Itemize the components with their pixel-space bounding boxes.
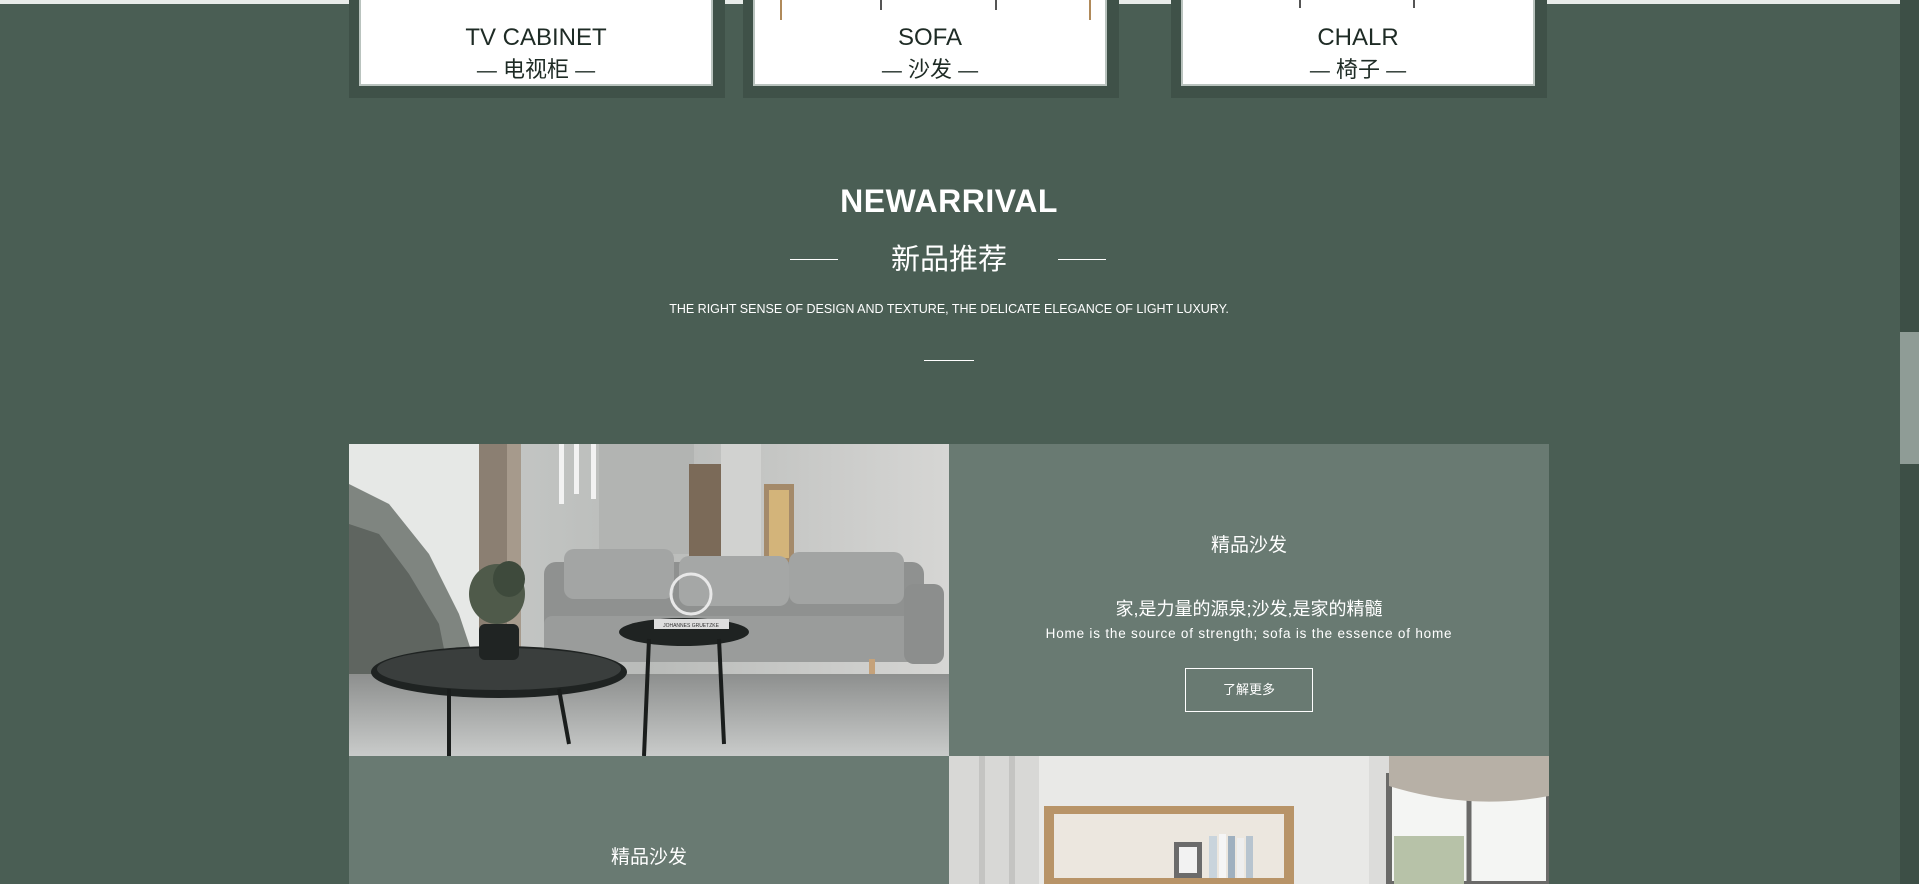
subtitle-line-right xyxy=(1058,259,1106,260)
category-title-zh: — 椅子 — xyxy=(1309,57,1407,82)
product-panel-sofa: 精品沙发 家,是力量的源泉;沙发,是家的精髓 Home is the sourc… xyxy=(949,444,1549,756)
learn-more-button[interactable]: 了解更多 xyxy=(1185,668,1313,712)
section-title: NEWARRIVAL xyxy=(840,183,1058,219)
category-title-zh: — 沙发 — xyxy=(881,57,979,82)
category-title-en: TV CABINET xyxy=(465,24,607,51)
lamp-decoration xyxy=(1089,0,1091,20)
product-title: 精品沙发 xyxy=(1210,535,1287,556)
product-slogan-en: Home is the source of strength; sofa is … xyxy=(1045,626,1453,641)
lamp-decoration xyxy=(780,0,782,20)
category-title-en: SOFA xyxy=(897,24,963,51)
category-title-en: CHALR xyxy=(1317,24,1399,51)
product-slogan-zh: 家,是力量的源泉;沙发,是家的精髓 xyxy=(1115,599,1383,619)
bookshelf-room-photo[interactable] xyxy=(949,756,1549,884)
scrollbar-thumb[interactable] xyxy=(1900,332,1919,464)
section-tagline: THE RIGHT SENSE OF DESIGN AND TEXTURE, T… xyxy=(669,302,1229,316)
category-card-sofa[interactable]: SOFA — 沙发 — xyxy=(743,0,1119,98)
section-divider xyxy=(924,360,974,361)
lamp-decoration xyxy=(995,0,997,10)
product-title: 精品沙发 xyxy=(610,847,687,868)
category-title-zh: — 电视柜 — xyxy=(476,57,596,82)
product-panel-sofa-2: 精品沙发 xyxy=(349,756,949,884)
category-card-chair[interactable]: CHALR — 椅子 — xyxy=(1171,0,1547,98)
living-room-sofa-photo[interactable]: JOHANNES GRUETZKE xyxy=(349,444,949,756)
category-card-tv-cabinet[interactable]: TV CABINET — 电视柜 — xyxy=(349,0,725,98)
book-label: JOHANNES GRUETZKE xyxy=(663,623,720,629)
page-scrollbar[interactable] xyxy=(1900,0,1919,884)
section-subtitle: 新品推荐 xyxy=(890,242,1007,276)
lamp-decoration xyxy=(880,0,882,10)
chair-leg-decoration xyxy=(1299,0,1301,8)
chair-leg-decoration xyxy=(1413,0,1415,8)
